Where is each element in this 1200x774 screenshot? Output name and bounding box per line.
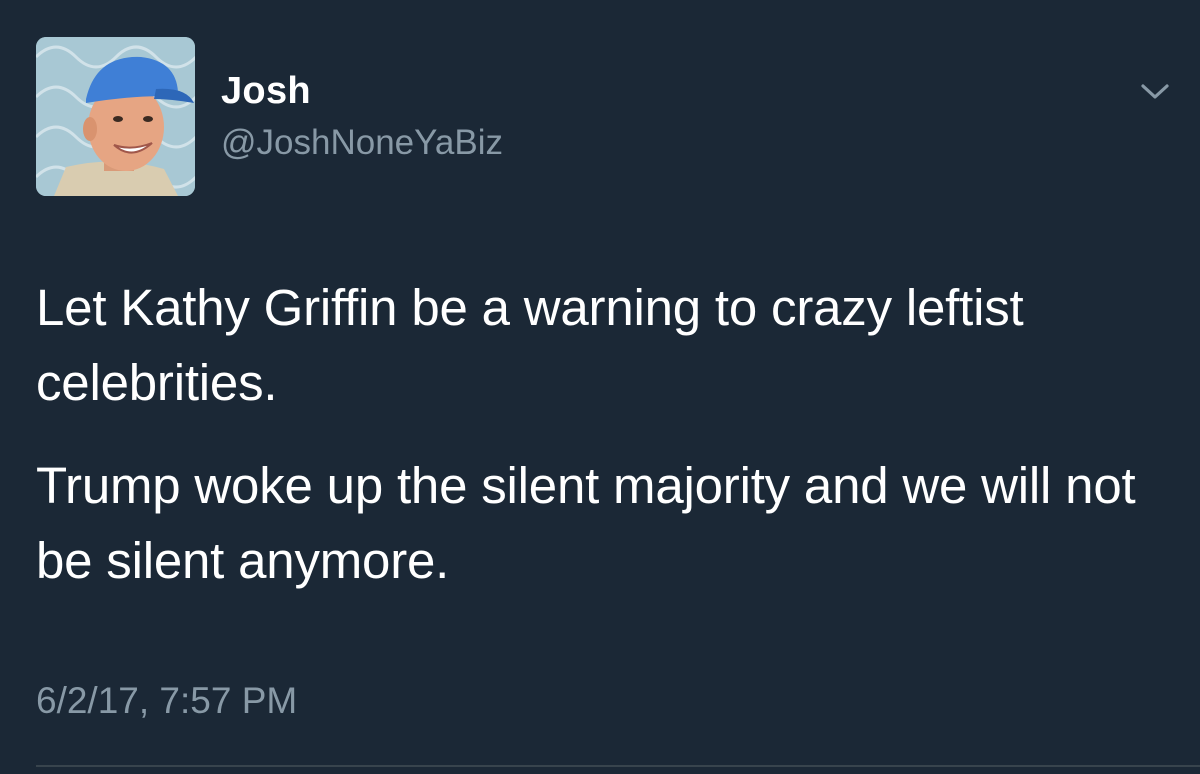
tweet-paragraph: Trump woke up the silent majority and we… <box>36 457 1136 589</box>
tweet-paragraph: Let Kathy Griffin be a warning to crazy … <box>36 279 1024 411</box>
tweet-body: Let Kathy Griffin be a warning to crazy … <box>36 270 1166 598</box>
tweet-card: Josh @JoshNoneYaBiz Let Kathy Griffin be… <box>0 0 1200 774</box>
tweet-menu-button[interactable] <box>1132 72 1178 112</box>
chevron-down-icon <box>1141 84 1169 99</box>
divider <box>36 765 1200 767</box>
tweet-timestamp[interactable]: 6/2/17, 7:57 PM <box>36 678 297 724</box>
author-avatar[interactable] <box>36 37 195 196</box>
author-display-name[interactable]: Josh <box>221 67 311 115</box>
avatar-image <box>36 37 195 196</box>
author-handle[interactable]: @JoshNoneYaBiz <box>221 120 503 166</box>
